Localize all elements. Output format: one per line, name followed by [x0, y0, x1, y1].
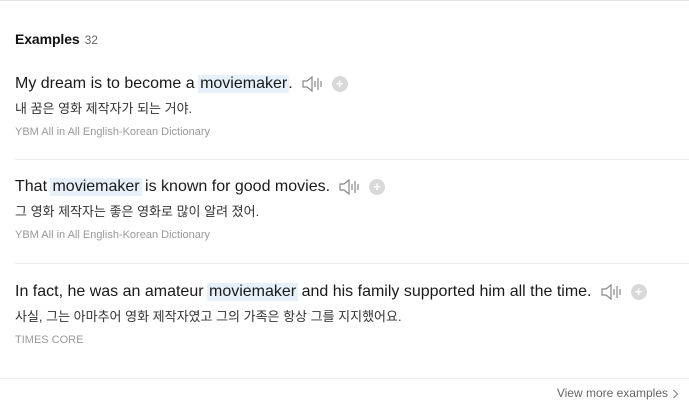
speaker-icon[interactable]	[600, 283, 624, 301]
footer-divider	[0, 378, 689, 379]
example-sentence: In fact, he was an amateur moviemaker an…	[15, 281, 689, 303]
korean-translation: 그 영화 제작자는 좋은 영화로 많이 알려 졌어.	[15, 204, 260, 219]
example-source: TIMES CORE	[15, 334, 84, 346]
example-sentence: That moviemaker is known for good movies…	[15, 176, 689, 198]
speaker-icon[interactable]	[338, 178, 362, 196]
view-more-examples-link[interactable]: View more examples	[557, 386, 679, 400]
sentence-text: and his family supported him all the tim…	[297, 283, 592, 300]
highlighted-term[interactable]: moviemaker	[50, 178, 142, 196]
top-divider	[0, 0, 689, 1]
highlighted-term[interactable]: moviemaker	[207, 283, 299, 301]
plus-icon[interactable]: +	[630, 284, 647, 300]
examples-count: 32	[84, 33, 98, 47]
example-item: In fact, he was an amateur moviemaker an…	[15, 281, 689, 347]
plus-icon[interactable]: +	[369, 179, 386, 195]
plus-icon[interactable]: +	[331, 76, 348, 92]
chevron-right-icon	[672, 388, 679, 399]
sentence-text: is known for good movies.	[140, 178, 331, 195]
sentence-text: My dream is to become a	[15, 75, 200, 92]
sentence-text: That	[15, 178, 52, 195]
speaker-icon[interactable]	[301, 75, 325, 93]
example-divider	[15, 263, 689, 264]
example-divider	[15, 159, 689, 160]
highlighted-term[interactable]: moviemaker	[198, 75, 290, 93]
sentence-text: .	[288, 75, 293, 92]
section-title: Examples	[15, 31, 80, 47]
example-source: YBM All in All English-Korean Dictionary	[15, 126, 211, 138]
example-sentence: My dream is to become a moviemaker. +	[15, 73, 689, 95]
korean-translation: 내 꿈은 영화 제작자가 되는 거야.	[15, 101, 193, 116]
examples-header: Examples 32	[15, 31, 98, 47]
example-item: My dream is to become a moviemaker. + 내 …	[15, 73, 689, 139]
example-item: That moviemaker is known for good movies…	[15, 176, 689, 242]
view-more-label: View more examples	[556, 386, 668, 400]
example-source: YBM All in All English-Korean Dictionary	[15, 229, 211, 241]
korean-translation: 사실, 그는 아마추어 영화 제작자였고 그의 가족은 항상 그를 지지했어요.	[15, 309, 402, 324]
sentence-text: In fact, he was an amateur	[15, 283, 208, 300]
